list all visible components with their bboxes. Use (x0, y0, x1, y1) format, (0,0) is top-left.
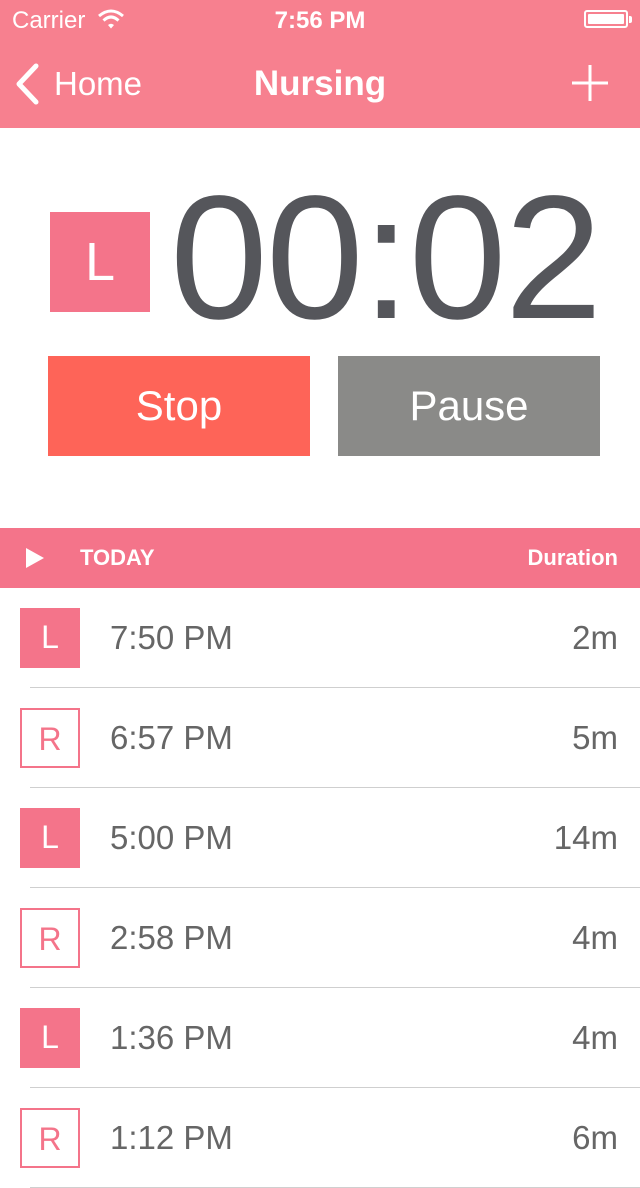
page-title: Nursing (253, 64, 387, 103)
section-title: TODAY (80, 545, 155, 570)
session-time: 1:36 PM (110, 1019, 233, 1056)
battery-icon (584, 10, 632, 28)
session-duration: 6m (572, 1119, 618, 1156)
list-item[interactable]: R 1:12 PM 6m (0, 1088, 640, 1188)
session-duration: 4m (572, 919, 618, 956)
session-list: L 7:50 PM 2m R 6:57 PM 5m L 5:00 PM 14m … (0, 588, 640, 1188)
side-badge: L (20, 808, 80, 868)
session-duration: 14m (553, 819, 618, 856)
list-item[interactable]: L 5:00 PM 14m (0, 788, 640, 888)
side-badge: R (20, 908, 80, 968)
list-item[interactable]: R 6:57 PM 5m (0, 688, 640, 788)
top-bar: Carrier 7:56 PM Home Nursing (0, 0, 640, 128)
current-side-badge[interactable]: L (50, 212, 150, 312)
list-item[interactable]: R 2:58 PM 4m (0, 888, 640, 988)
navigation-bar: Home Nursing (0, 40, 640, 128)
section-header-today[interactable]: TODAY Duration (0, 528, 640, 588)
side-badge: R (20, 1108, 80, 1168)
session-time: 6:57 PM (110, 719, 233, 756)
session-duration: 4m (572, 1019, 618, 1056)
list-item[interactable]: L 7:50 PM 2m (0, 588, 640, 688)
play-triangle-icon[interactable] (24, 546, 46, 570)
side-badge: R (20, 708, 80, 768)
session-time: 7:50 PM (110, 619, 233, 656)
stop-button[interactable]: Stop (48, 356, 310, 456)
side-badge: L (20, 608, 80, 668)
elapsed-timer: 00:02 (170, 160, 602, 356)
list-item[interactable]: L 1:36 PM 4m (0, 988, 640, 1088)
session-time: 1:12 PM (110, 1119, 233, 1156)
pause-button[interactable]: Pause (338, 356, 600, 456)
status-time: 7:56 PM (274, 7, 366, 34)
duration-header: Duration (527, 545, 618, 570)
session-duration: 2m (572, 619, 618, 656)
session-duration: 5m (572, 719, 618, 756)
plus-icon[interactable] (570, 63, 610, 103)
side-badge: L (20, 1008, 80, 1068)
session-time: 5:00 PM (110, 819, 233, 856)
status-bar: Carrier 7:56 PM (0, 0, 640, 40)
session-time: 2:58 PM (110, 919, 233, 956)
